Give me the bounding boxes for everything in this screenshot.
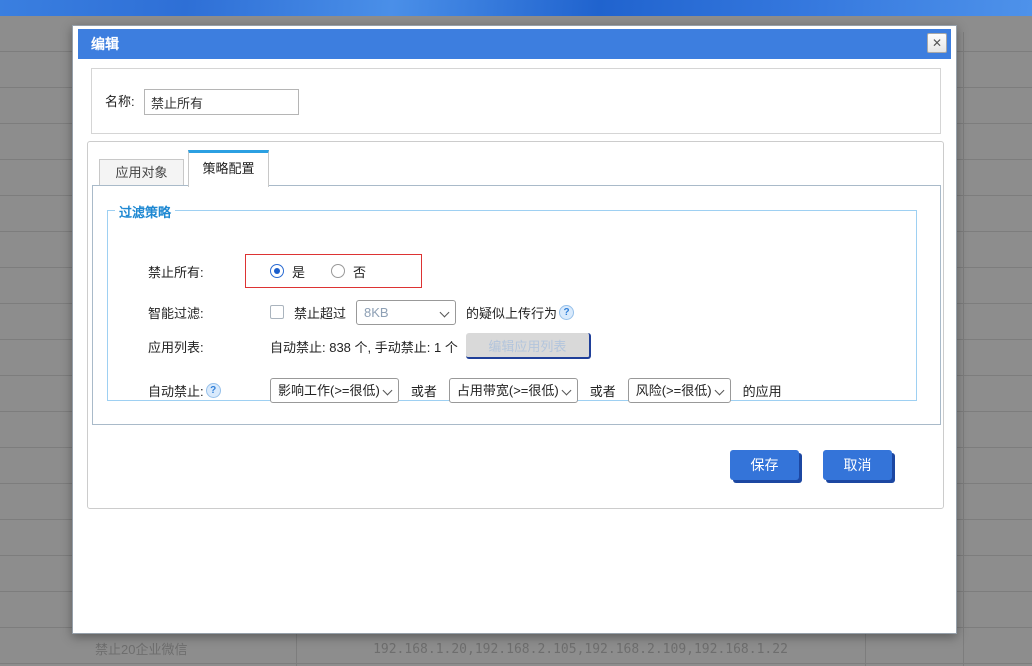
smart-filter-checkbox-label: 禁止超过 xyxy=(294,303,346,322)
dialog-title: 编辑 xyxy=(78,29,951,59)
forbid-all-radio-group-highlight: 是 否 xyxy=(245,254,422,288)
table-column-divider xyxy=(963,32,964,666)
dialog-titlebar: 编辑 xyxy=(78,29,951,59)
size-threshold-select[interactable]: 8KB xyxy=(356,300,456,325)
auto-forbid-suffix: 的应用 xyxy=(743,381,782,400)
forbid-all-label: 禁止所有: xyxy=(148,262,245,281)
app-list-label: 应用列表: xyxy=(148,337,270,356)
auto-forbid-row: 自动禁止: ? 影响工作(>=很低) 或者 占用带宽(>=很低) 或者 风险(>… xyxy=(148,375,906,405)
help-icon[interactable]: ? xyxy=(206,383,221,398)
table-cell-ip-list: 192.168.1.20,192.168.2.105,192.168.2.109… xyxy=(296,633,865,666)
app-list-summary: 自动禁止: 838 个, 手动禁止: 1 个 xyxy=(270,337,458,356)
edit-dialog: 编辑 ✕ 名称: 应用对象 策略配置 过滤策略 禁止所有: 是 xyxy=(72,25,957,634)
app-list-row: 应用列表: 自动禁止: 838 个, 手动禁止: 1 个 编辑应用列表 xyxy=(148,331,906,361)
tab-policy-config[interactable]: 策略配置 xyxy=(188,150,269,187)
table-cell-policy-name: 禁止20企业微信 xyxy=(95,633,187,666)
or-text: 或者 xyxy=(590,381,616,400)
smart-filter-checkbox[interactable] xyxy=(270,305,284,319)
smart-filter-suffix: 的疑似上传行为 xyxy=(466,303,557,322)
save-button[interactable]: 保存 xyxy=(730,450,799,480)
cancel-button[interactable]: 取消 xyxy=(823,450,892,480)
auto-forbid-label-text: 自动禁止: xyxy=(148,381,204,400)
name-section: 名称: xyxy=(91,68,941,134)
auto-forbid-label: 自动禁止: ? xyxy=(148,381,270,400)
radio-yes[interactable] xyxy=(270,264,284,278)
radio-no[interactable] xyxy=(331,264,345,278)
filter-policy-legend: 过滤策略 xyxy=(115,202,175,221)
name-label: 名称: xyxy=(105,69,135,135)
impact-work-select[interactable]: 影响工作(>=很低) xyxy=(270,378,399,403)
tabs-section: 应用对象 策略配置 过滤策略 禁止所有: 是 否 xyxy=(87,141,944,509)
site-top-banner xyxy=(0,0,1032,16)
filter-policy-fieldset: 过滤策略 禁止所有: 是 否 智能过滤: xyxy=(107,210,917,401)
smart-filter-label: 智能过滤: xyxy=(148,303,270,322)
name-input[interactable] xyxy=(144,89,299,115)
help-icon[interactable]: ? xyxy=(559,305,574,320)
radio-yes-label: 是 xyxy=(292,262,305,281)
page: 禁止20企业微信 192.168.1.20,192.168.2.105,192.… xyxy=(0,0,1032,666)
forbid-all-row: 禁止所有: 是 否 xyxy=(148,254,906,288)
edit-app-list-button: 编辑应用列表 xyxy=(466,333,591,359)
tab-application-object[interactable]: 应用对象 xyxy=(99,159,184,186)
bandwidth-select[interactable]: 占用带宽(>=很低) xyxy=(449,378,578,403)
radio-no-label: 否 xyxy=(353,262,366,281)
close-icon[interactable]: ✕ xyxy=(927,33,947,53)
smart-filter-row: 智能过滤: 禁止超过 8KB 的疑似上传行为 ? xyxy=(148,297,906,327)
policy-config-panel: 过滤策略 禁止所有: 是 否 智能过滤: xyxy=(92,185,941,425)
risk-select[interactable]: 风险(>=很低) xyxy=(628,378,731,403)
or-text: 或者 xyxy=(411,381,437,400)
